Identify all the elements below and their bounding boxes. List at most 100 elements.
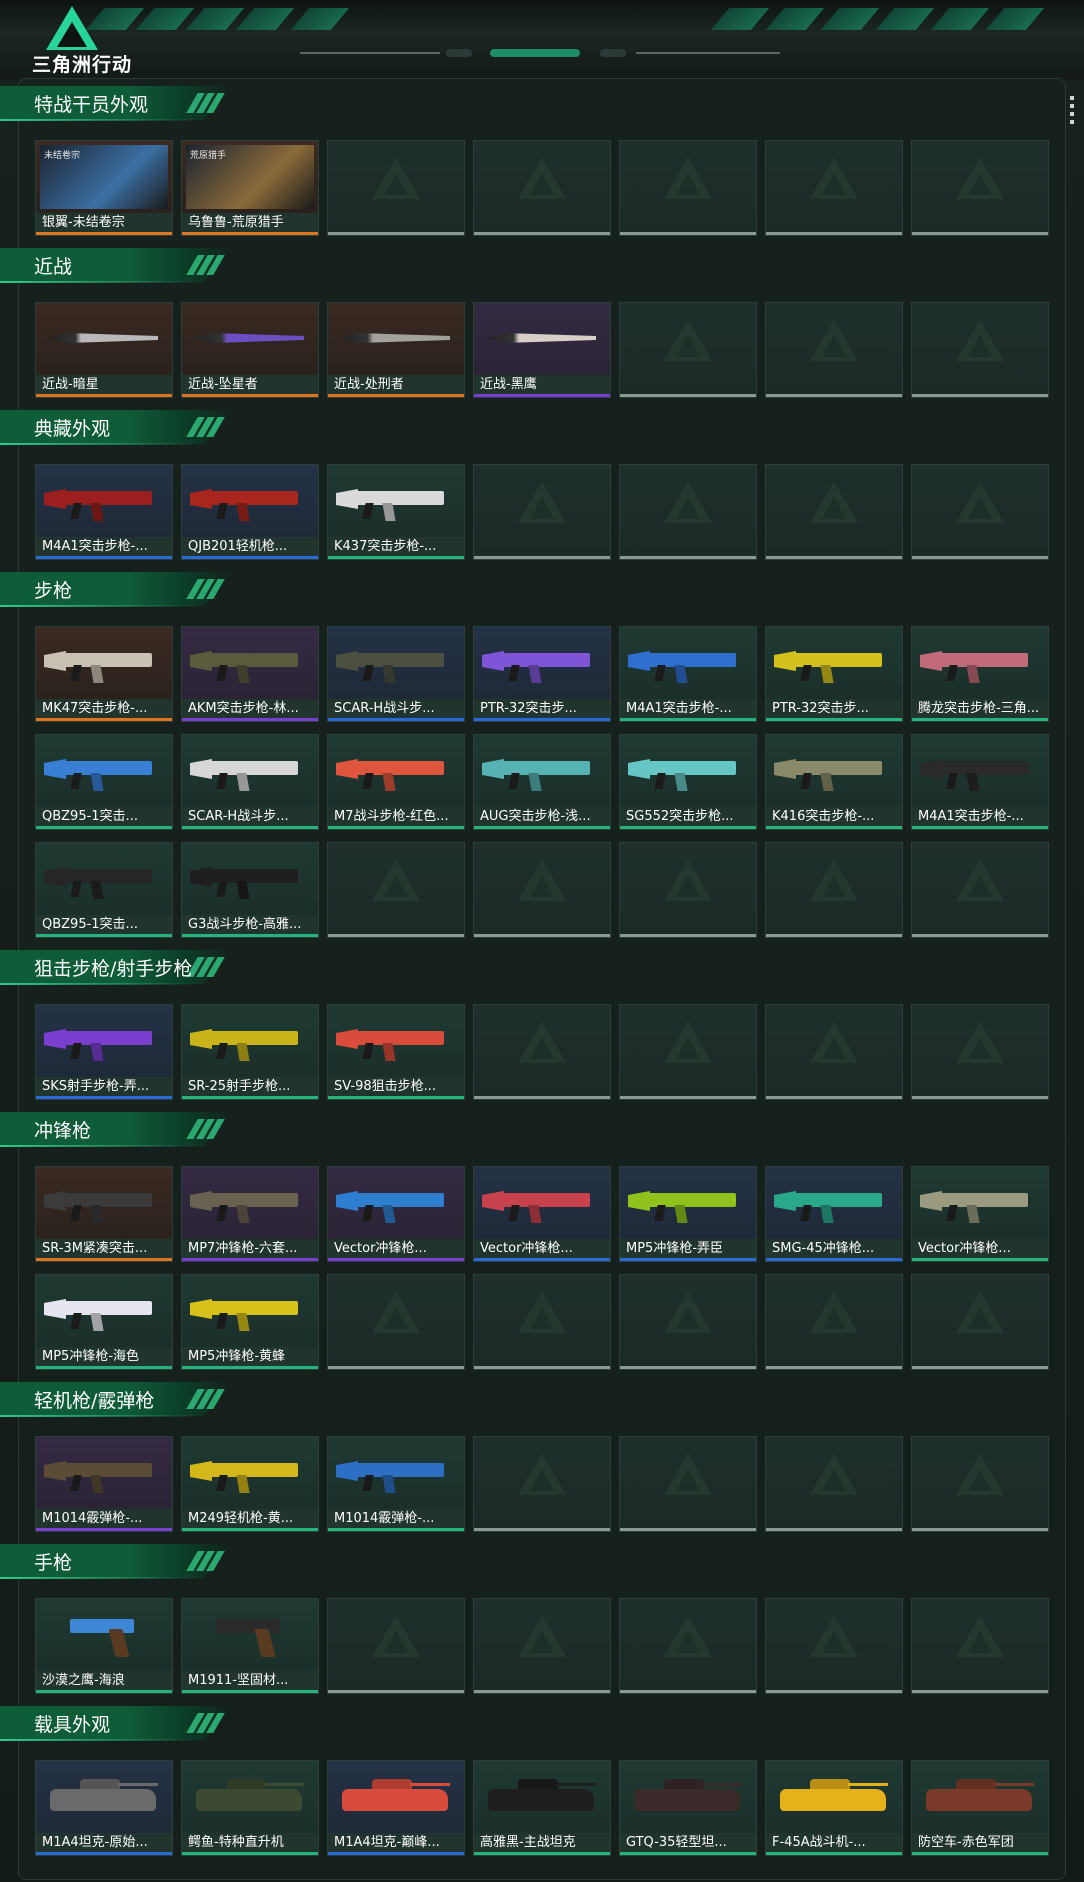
item-image [620, 735, 756, 807]
item-card[interactable]: MP7冲锋枪-六套... [181, 1166, 319, 1262]
banner-stripe [765, 8, 825, 30]
item-card[interactable]: M249轻机枪-黄... [181, 1436, 319, 1532]
item-name: Vector冲锋枪... [918, 1241, 1011, 1256]
item-card[interactable]: M1014霰弹枪-... [327, 1436, 465, 1532]
item-card[interactable]: AUG突击步枪-浅... [473, 734, 611, 830]
item-card[interactable]: MP5冲锋枪-海色 [35, 1274, 173, 1370]
item-card[interactable]: SCAR-H战斗步... [327, 626, 465, 722]
rarity-bar [36, 1096, 172, 1099]
item-card[interactable]: M4A1突击步枪-... [619, 626, 757, 722]
item-card[interactable]: 近战-坠星者 [181, 302, 319, 398]
empty-slot [765, 464, 903, 560]
section-title: 特战干员外观 [34, 94, 149, 116]
item-card[interactable]: Vector冲锋枪... [911, 1166, 1049, 1262]
item-card[interactable]: 鳄鱼-特种直升机 [181, 1760, 319, 1856]
rarity-bar [182, 394, 318, 397]
item-image [328, 303, 464, 375]
item-name: M1911-坚固材... [188, 1673, 289, 1688]
app-logo-text: 三角洲行动 [32, 54, 133, 76]
item-card[interactable]: K416突击步枪-... [765, 734, 903, 830]
item-card[interactable]: K437突击步枪-... [327, 464, 465, 560]
rarity-bar [36, 394, 172, 397]
section-title: 载具外观 [34, 1714, 111, 1736]
section-title: 轻机枪/霰弹枪 [34, 1390, 155, 1412]
item-card[interactable]: PTR-32突击步... [765, 626, 903, 722]
banner-stripe [930, 8, 990, 30]
item-card[interactable]: SR-3M紧凑突击... [35, 1166, 173, 1262]
item-card[interactable]: MP5冲锋枪-弄臣 [619, 1166, 757, 1262]
item-card[interactable]: G3战斗步枪-高雅... [181, 842, 319, 938]
item-card[interactable]: 近战-暗星 [35, 302, 173, 398]
item-name: AKM突击步枪-林... [188, 701, 299, 716]
item-card[interactable]: Vector冲锋枪... [473, 1166, 611, 1262]
item-card[interactable]: 沙漠之鹰-海浪 [35, 1598, 173, 1694]
rarity-bar [474, 1852, 610, 1855]
item-card[interactable]: M4A1突击步枪-... [911, 734, 1049, 830]
item-card[interactable]: QBZ95-1突击... [35, 842, 173, 938]
item-card[interactable]: 荒原猎手 乌鲁鲁-荒原猎手 [181, 140, 319, 236]
empty-slot [765, 1004, 903, 1100]
item-card[interactable]: M1014霰弹枪-... [35, 1436, 173, 1532]
item-name: 近战-暗星 [42, 377, 99, 392]
item-image [36, 1761, 172, 1833]
rarity-bar [36, 1528, 172, 1531]
empty-slot [327, 1598, 465, 1694]
section-header: 典藏外观 [0, 410, 232, 445]
item-name: M4A1突击步枪-... [626, 701, 732, 716]
banner-stripe [290, 8, 350, 30]
item-card[interactable]: SG552突击步枪... [619, 734, 757, 830]
item-card[interactable]: GTQ-35轻型坦... [619, 1760, 757, 1856]
scroll-indicator-icon [1070, 96, 1074, 128]
item-image [620, 1761, 756, 1833]
item-image [474, 1761, 610, 1833]
item-card[interactable]: AKM突击步枪-林... [181, 626, 319, 722]
item-card[interactable]: QJB201轻机枪... [181, 464, 319, 560]
item-card[interactable]: F-45A战斗机-... [765, 1760, 903, 1856]
item-card[interactable]: Vector冲锋枪... [327, 1166, 465, 1262]
item-card[interactable]: QBZ95-1突击... [35, 734, 173, 830]
rarity-bar [36, 1690, 172, 1693]
item-card[interactable]: 高雅黑-主战坦克 [473, 1760, 611, 1856]
portrait-tag: 未结卷宗 [44, 151, 81, 161]
item-image [328, 1761, 464, 1833]
item-card[interactable]: SR-25射手步枪... [181, 1004, 319, 1100]
rarity-bar [620, 1258, 756, 1261]
item-name: MP7冲锋枪-六套... [188, 1241, 298, 1256]
item-card[interactable]: 近战-黑鹰 [473, 302, 611, 398]
item-card[interactable]: M1A4坦克-原始... [35, 1760, 173, 1856]
empty-slot [619, 1436, 757, 1532]
section-header: 轻机枪/霰弹枪 [0, 1382, 232, 1417]
empty-slot [911, 464, 1049, 560]
item-card[interactable]: SV-98狙击步枪... [327, 1004, 465, 1100]
item-card[interactable]: SMG-45冲锋枪... [765, 1166, 903, 1262]
item-card[interactable]: M4A1突击步枪-... [35, 464, 173, 560]
item-card[interactable]: PTR-32突击步... [473, 626, 611, 722]
item-name: MP5冲锋枪-黄蜂 [188, 1349, 286, 1364]
item-card[interactable]: SCAR-H战斗步... [181, 734, 319, 830]
item-name: 乌鲁鲁-荒原猎手 [188, 215, 284, 230]
item-name: M4A1突击步枪-... [42, 539, 148, 554]
rarity-bar [182, 1258, 318, 1261]
banner-stripe [820, 8, 880, 30]
item-card[interactable]: M7战斗步枪-红色... [327, 734, 465, 830]
item-card[interactable]: 未结卷宗 银翼-未结卷宗 [35, 140, 173, 236]
item-card[interactable]: M1911-坚固材... [181, 1598, 319, 1694]
rarity-bar [912, 718, 1048, 721]
item-card[interactable]: SKS射手步枪-弄... [35, 1004, 173, 1100]
item-card[interactable]: M1A4坦克-巅峰... [327, 1760, 465, 1856]
item-image [912, 627, 1048, 699]
item-card[interactable]: 近战-处刑者 [327, 302, 465, 398]
item-image [182, 1005, 318, 1077]
item-name: 高雅黑-主战坦克 [480, 1835, 576, 1850]
item-image [474, 1167, 610, 1239]
item-card[interactable]: MP5冲锋枪-黄蜂 [181, 1274, 319, 1370]
empty-slot [765, 1436, 903, 1532]
item-card[interactable]: MK47突击步枪-... [35, 626, 173, 722]
item-name: SG552突击步枪... [626, 809, 734, 824]
item-card[interactable]: 腾龙突击步枪-三角... [911, 626, 1049, 722]
item-image: 未结卷宗 [36, 141, 172, 213]
item-image [474, 303, 610, 375]
item-name: 近战-处刑者 [334, 377, 404, 392]
item-card[interactable]: 防空车-赤色军团 [911, 1760, 1049, 1856]
empty-slot [911, 1436, 1049, 1532]
